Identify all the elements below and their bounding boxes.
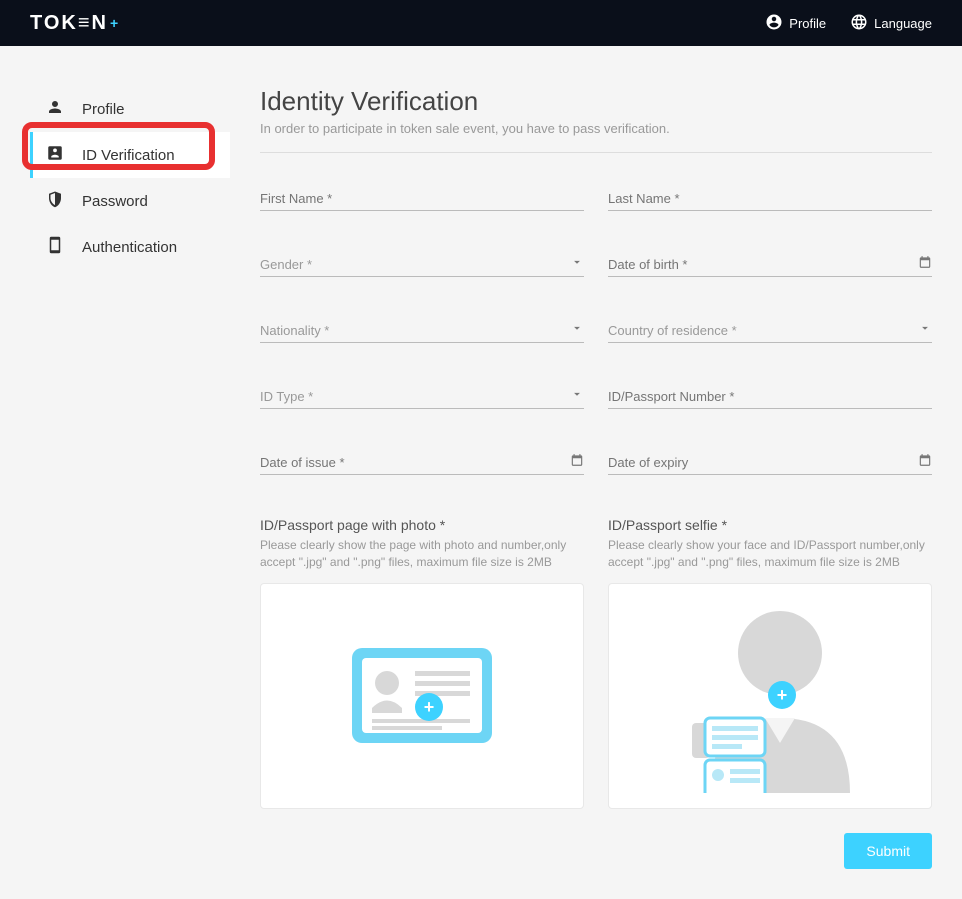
chevron-down-icon bbox=[570, 321, 584, 338]
sidebar-item-label: Authentication bbox=[82, 239, 177, 256]
calendar-icon bbox=[570, 453, 584, 472]
issue-date-field[interactable] bbox=[260, 451, 584, 475]
highlight-annotation bbox=[22, 122, 215, 170]
expiry-date-field[interactable] bbox=[608, 451, 932, 475]
sidebar-item-label: Password bbox=[82, 193, 148, 210]
residence-placeholder: Country of residence * bbox=[608, 323, 737, 338]
id-card-illustration: + bbox=[347, 633, 497, 758]
expiry-date-input[interactable] bbox=[608, 451, 932, 475]
language-link[interactable]: Language bbox=[850, 13, 932, 34]
profile-link[interactable]: Profile bbox=[765, 13, 826, 34]
chevron-down-icon bbox=[570, 387, 584, 404]
calendar-icon bbox=[918, 255, 932, 274]
upload-selfie-hint: Please clearly show your face and ID/Pas… bbox=[608, 537, 932, 571]
gender-placeholder: Gender * bbox=[260, 257, 312, 272]
language-link-label: Language bbox=[874, 16, 932, 31]
plus-icon: + bbox=[415, 693, 443, 721]
shield-icon bbox=[46, 190, 64, 212]
sidebar-item-authentication[interactable]: Authentication bbox=[30, 224, 230, 270]
gender-field[interactable]: Gender * bbox=[260, 253, 584, 277]
logo-text: TOK≡N bbox=[30, 12, 108, 35]
id-type-placeholder: ID Type * bbox=[260, 389, 313, 404]
header: TOK≡N+ Profile Language bbox=[0, 0, 962, 46]
upload-photo-box[interactable]: + bbox=[260, 583, 584, 809]
nationality-field[interactable]: Nationality * bbox=[260, 319, 584, 343]
chevron-down-icon bbox=[918, 321, 932, 338]
globe-icon bbox=[850, 13, 868, 34]
upload-photo-title: ID/Passport page with photo * bbox=[260, 517, 584, 533]
divider bbox=[260, 152, 932, 153]
last-name-field[interactable] bbox=[608, 187, 932, 211]
logo-plus-icon: + bbox=[110, 15, 120, 31]
first-name-field[interactable] bbox=[260, 187, 584, 211]
chevron-down-icon bbox=[570, 255, 584, 272]
calendar-icon bbox=[918, 453, 932, 472]
selfie-illustration: + bbox=[660, 593, 880, 798]
profile-link-label: Profile bbox=[789, 16, 826, 31]
header-right: Profile Language bbox=[765, 13, 932, 34]
issue-date-input[interactable] bbox=[260, 451, 584, 475]
user-circle-icon bbox=[765, 13, 783, 34]
container: Profile ID Verification Password Authent… bbox=[0, 46, 962, 899]
submit-button[interactable]: Submit bbox=[844, 833, 932, 869]
plus-icon: + bbox=[768, 681, 796, 709]
sidebar-item-password[interactable]: Password bbox=[30, 178, 230, 224]
upload-photo-hint: Please clearly show the page with photo … bbox=[260, 537, 584, 571]
sidebar-item-label: Profile bbox=[82, 101, 125, 118]
person-icon bbox=[46, 98, 64, 120]
id-number-field[interactable] bbox=[608, 385, 932, 409]
nationality-placeholder: Nationality * bbox=[260, 323, 329, 338]
sidebar: Profile ID Verification Password Authent… bbox=[30, 86, 230, 869]
id-number-input[interactable] bbox=[608, 385, 932, 409]
dob-field[interactable] bbox=[608, 253, 932, 277]
page-subtitle: In order to participate in token sale ev… bbox=[260, 121, 932, 136]
id-type-field[interactable]: ID Type * bbox=[260, 385, 584, 409]
residence-field[interactable]: Country of residence * bbox=[608, 319, 932, 343]
last-name-input[interactable] bbox=[608, 187, 932, 211]
upload-selfie-title: ID/Passport selfie * bbox=[608, 517, 932, 533]
main-content: Identity Verification In order to partic… bbox=[260, 86, 932, 869]
phone-lock-icon bbox=[46, 236, 64, 258]
logo[interactable]: TOK≡N+ bbox=[30, 12, 120, 35]
first-name-input[interactable] bbox=[260, 187, 584, 211]
dob-input[interactable] bbox=[608, 253, 932, 277]
page-title: Identity Verification bbox=[260, 86, 932, 117]
upload-selfie-box[interactable]: + bbox=[608, 583, 932, 809]
